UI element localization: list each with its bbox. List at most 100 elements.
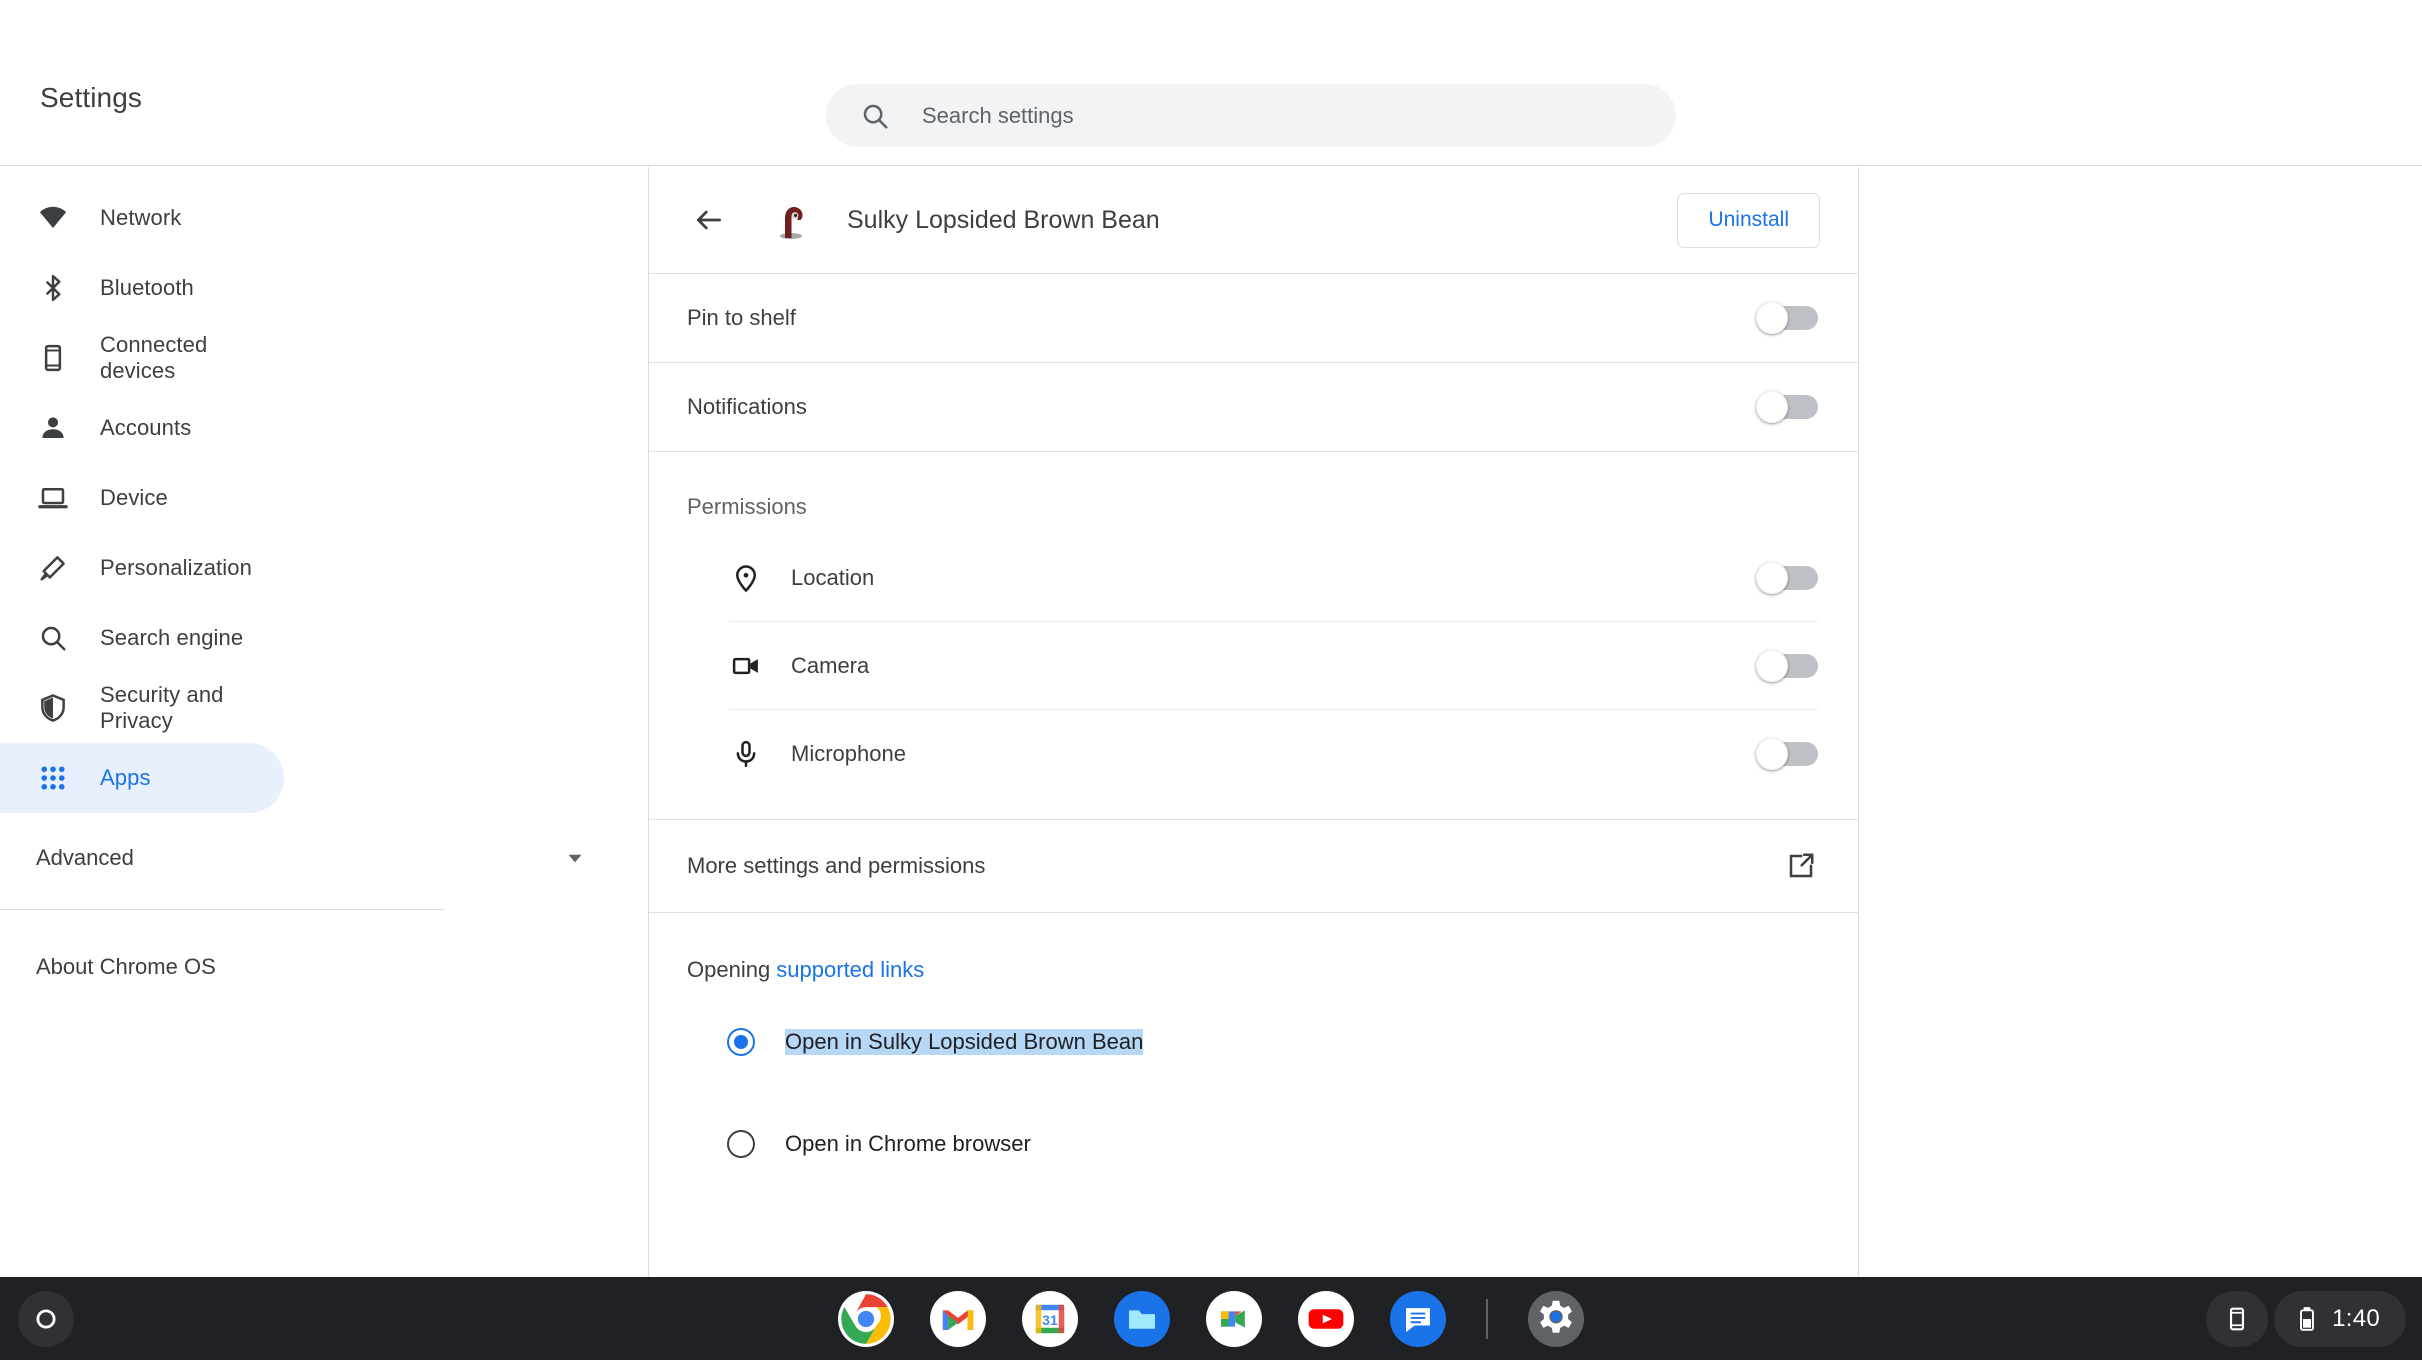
permission-row-location[interactable]: Location [687, 534, 1818, 621]
sidebar-item-label: Security and Privacy [100, 682, 224, 733]
sidebar-item-apps[interactable]: Apps [0, 743, 284, 813]
toggle-knob [1756, 302, 1788, 334]
search-box[interactable] [826, 84, 1676, 147]
calendar-day-number: 31 [1042, 1311, 1058, 1327]
sidebar-item-label: Search engine [100, 625, 244, 650]
launcher-button[interactable] [18, 1290, 74, 1347]
sidebar-item-accounts[interactable]: Accounts [0, 393, 284, 463]
brush-icon [36, 551, 70, 585]
battery-glyph [2300, 1306, 2315, 1331]
sidebar-item-label: Accounts [100, 415, 192, 440]
phone-hub-button[interactable] [2206, 1290, 2269, 1347]
settings-top-bar: Settings [0, 0, 2422, 166]
brown-bean-app-icon [769, 198, 813, 242]
permissions-heading: Permissions [687, 494, 807, 519]
empty-right-pane [1860, 167, 2422, 1277]
sidebar-item-personalization[interactable]: Personalization [0, 533, 284, 603]
shelf-app-calendar[interactable]: 31 [1022, 1290, 1078, 1347]
phone-icon [36, 341, 70, 375]
shelf-app-icons: 31 [838, 1290, 1584, 1347]
pin-to-shelf-toggle[interactable] [1756, 302, 1818, 334]
sidebar-item-search-engine[interactable]: Search engine [0, 603, 284, 673]
page-title: Settings [40, 82, 142, 113]
gmail-icon [933, 1293, 983, 1344]
shelf-status-area: 1:40 [2206, 1290, 2406, 1347]
toggle-knob [1756, 561, 1788, 594]
search-input[interactable] [922, 102, 1562, 129]
shelf-app-files[interactable] [1114, 1290, 1170, 1347]
location-toggle[interactable] [1756, 561, 1818, 594]
pin-to-shelf-row[interactable]: Pin to shelf [649, 274, 1858, 362]
permission-label: Camera [791, 652, 870, 678]
battery-icon [2296, 1306, 2318, 1332]
chromeos-shelf: 31 1:40 [0, 1277, 2422, 1360]
youtube-icon [1301, 1293, 1351, 1344]
shelf-app-gmail[interactable] [930, 1290, 986, 1347]
permission-label: Location [791, 564, 875, 590]
supported-links-link[interactable]: supported links [776, 957, 924, 982]
sidebar-item-device[interactable]: Device [0, 463, 284, 533]
radio-option-label: Open in Sulky Lopsided Brown Bean [785, 1029, 1144, 1055]
microphone-icon [729, 737, 763, 771]
bluetooth-icon [36, 271, 70, 305]
clock-label: 1:40 [2332, 1304, 2380, 1332]
chrome-icon [841, 1293, 891, 1344]
permission-row-microphone[interactable]: Microphone [687, 710, 1818, 797]
external-link-icon [1784, 849, 1818, 883]
more-settings-and-permissions-row[interactable]: More settings and permissions [649, 820, 1858, 912]
files-icon [1117, 1293, 1167, 1344]
wifi-icon [36, 201, 70, 235]
gear-icon [1540, 1300, 1572, 1333]
apps-grid-icon [36, 761, 70, 795]
chevron-down-icon [562, 845, 588, 871]
toggle-knob [1756, 649, 1788, 682]
sidebar-item-label: Connected devices [100, 332, 208, 383]
sidebar-item-connected-devices[interactable]: Connected devices [0, 323, 284, 393]
shelf-app-settings[interactable] [1528, 1290, 1584, 1347]
status-tray[interactable]: 1:40 [2274, 1290, 2406, 1347]
shelf-app-meet[interactable] [1206, 1290, 1262, 1347]
sidebar-item-about-chrome-os[interactable]: About Chrome OS [0, 932, 648, 1002]
sidebar-item-label: Bluetooth [100, 275, 194, 300]
sidebar-advanced-expander[interactable]: Advanced [0, 823, 648, 893]
opening-supported-links-label: Opening supported links [687, 913, 1818, 983]
shelf-app-youtube[interactable] [1298, 1290, 1354, 1347]
opening-prefix: Opening [687, 957, 777, 982]
microphone-toggle[interactable] [1756, 737, 1818, 770]
app-detail-header: Sulky Lopsided Brown Bean Uninstall [649, 167, 1858, 273]
notifications-label: Notifications [687, 394, 807, 419]
uninstall-button[interactable]: Uninstall [1677, 192, 1820, 248]
pin-to-shelf-label: Pin to shelf [687, 305, 796, 330]
sidebar-divider [0, 909, 444, 910]
permission-label: Microphone [791, 740, 906, 766]
radio-button[interactable] [727, 1028, 755, 1056]
calendar-icon: 31 [1025, 1293, 1075, 1344]
more-settings-label: More settings and permissions [687, 853, 986, 878]
notifications-row[interactable]: Notifications [649, 363, 1858, 451]
sidebar-item-label: About Chrome OS [36, 954, 216, 979]
camera-toggle[interactable] [1756, 649, 1818, 682]
magnifier-icon [36, 621, 70, 655]
sidebar-item-security-and-privacy[interactable]: Security and Privacy [0, 673, 284, 743]
back-arrow-icon[interactable] [687, 198, 731, 242]
shelf-app-chrome[interactable] [838, 1290, 894, 1347]
sidebar-item-label: Personalization [100, 555, 252, 580]
sidebar-item-bluetooth[interactable]: Bluetooth [0, 253, 284, 323]
app-detail-panel: Sulky Lopsided Brown Bean Uninstall Pin … [648, 167, 1859, 1277]
permission-row-camera[interactable]: Camera [687, 622, 1818, 709]
sidebar-item-label: Network [100, 205, 182, 230]
meet-icon [1209, 1293, 1259, 1344]
radio-button[interactable] [727, 1130, 755, 1158]
launcher-circle-icon [36, 1308, 56, 1329]
toggle-knob [1756, 391, 1788, 423]
shelf-separator [1486, 1298, 1488, 1339]
permissions-section: Permissions Location Camera Microphone [649, 452, 1858, 819]
radio-option-open-in-chrome[interactable]: Open in Chrome browser [687, 1101, 1818, 1187]
shelf-app-messages[interactable] [1390, 1290, 1446, 1347]
notifications-toggle[interactable] [1756, 391, 1818, 423]
laptop-icon [36, 481, 70, 515]
supported-links-section: Opening supported links Open in Sulky Lo… [649, 913, 1858, 1187]
sidebar-item-network[interactable]: Network [0, 183, 284, 253]
toggle-knob [1756, 737, 1788, 770]
radio-option-open-in-app[interactable]: Open in Sulky Lopsided Brown Bean [687, 999, 1818, 1085]
